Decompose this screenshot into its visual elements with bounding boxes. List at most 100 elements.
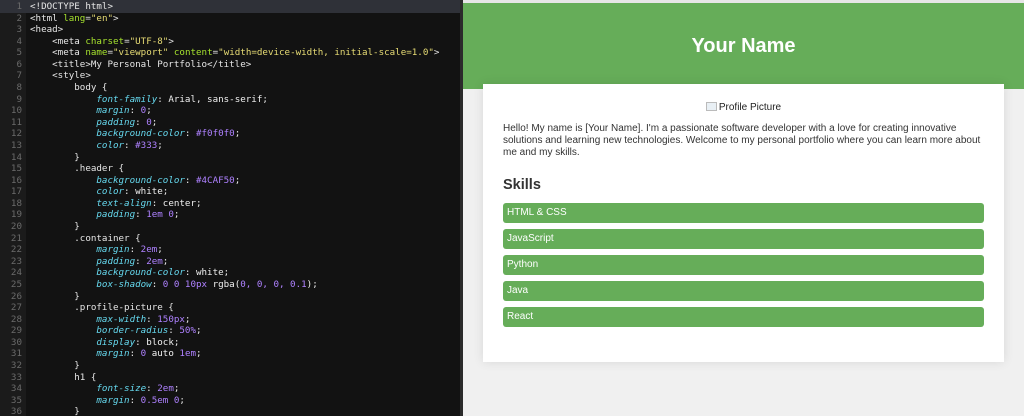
code-token: display	[30, 336, 136, 348]
code-token: ;	[157, 139, 163, 151]
code-token: <meta	[30, 35, 86, 47]
code-token: h1 {	[30, 371, 97, 383]
code-token: <html	[30, 12, 64, 24]
code-token: body {	[30, 82, 108, 94]
code-token: ;	[234, 174, 241, 186]
skills-heading: Skills	[503, 177, 541, 193]
code-token: <style>	[30, 70, 91, 82]
code-token: ;	[162, 186, 169, 198]
code-token: background-color	[30, 174, 185, 186]
code-token: >	[113, 12, 119, 24]
code-token: max-width	[30, 313, 147, 325]
code-token: :	[151, 197, 163, 209]
code-token: :	[135, 209, 147, 221]
header-title: Your Name	[691, 34, 796, 57]
code-token: block	[146, 336, 174, 348]
code-token: font-family	[30, 93, 158, 105]
code-token: margin	[30, 348, 130, 360]
code-token: padding	[30, 255, 136, 267]
skill-item: Python	[503, 255, 984, 275]
code-token: Arial, sans-serif	[168, 93, 263, 105]
code-token: white	[195, 267, 224, 279]
preview-pane: Your Name Profile Picture Hello! My name…	[463, 0, 1024, 416]
code-token: }	[30, 359, 80, 371]
code-token: 150px	[157, 313, 185, 325]
code-token: text-align	[30, 197, 152, 209]
skill-item: HTML & CSS	[503, 203, 984, 223]
code-token: 0.5em 0	[140, 394, 180, 406]
line-number: 36	[10, 406, 22, 416]
code-token: rgba(	[207, 278, 241, 290]
code-token: .profile-picture {	[30, 302, 174, 314]
code-token: margin	[30, 394, 130, 406]
code-token: :	[129, 348, 141, 360]
code-token: }	[30, 151, 80, 163]
code-token: 1em	[179, 348, 197, 360]
code-token: :	[146, 383, 158, 395]
code-token: ;	[312, 278, 318, 290]
code-token: white	[135, 186, 163, 198]
code-token: content	[173, 47, 213, 59]
code-token: ;	[262, 93, 268, 105]
page-header: Your Name	[463, 0, 1024, 89]
code-token: :	[124, 186, 136, 198]
code-token: <title>My Personal Portfolio</title>	[30, 58, 252, 70]
skill-item: JavaScript	[503, 229, 984, 249]
code-token: background-color	[30, 128, 185, 140]
code-token: color	[30, 139, 125, 151]
code-token: }	[30, 290, 80, 302]
intro-text: Hello! My name is [Your Name]. I'm a pas…	[503, 123, 981, 158]
code-token: box-shadow	[30, 278, 152, 290]
code-token: ;	[173, 383, 180, 395]
skills-list: HTML & CSS JavaScript Python Java React	[503, 203, 984, 327]
code-token: #f0f0f0	[195, 128, 235, 140]
code-token: "width=device-width, initial-scale=1.0"	[218, 47, 434, 59]
code-token: <meta	[30, 47, 86, 59]
code-token: :	[184, 128, 196, 140]
profile-picture-alt: Profile Picture	[718, 102, 782, 113]
code-token: :	[129, 394, 141, 406]
code-token: ;	[234, 128, 241, 140]
code-token: color	[30, 186, 125, 198]
app-root: 1 <!DOCTYPE html> 2 <html lang="en"> 3 <head>…	[0, 0, 1024, 416]
code-token: :	[151, 278, 163, 290]
code-token: 2em	[140, 244, 158, 256]
code-token: .header {	[30, 163, 125, 175]
code-token: name	[85, 47, 108, 59]
code-token: 0 0 10px	[162, 278, 208, 290]
code-token: "UTF-8"	[129, 35, 169, 47]
code-token: <!DOCTYPE html>	[30, 1, 113, 12]
code-token: :	[146, 313, 158, 325]
code-token: font-size	[30, 383, 147, 395]
content-container: Profile Picture Hello! My name is [Your …	[483, 84, 1004, 362]
code-token: ;	[195, 325, 202, 337]
code-token: 2em	[157, 383, 174, 395]
code-token: }	[30, 221, 80, 233]
code-editor[interactable]: 1 <!DOCTYPE html> 2 <html lang="en"> 3 <head>…	[0, 0, 463, 416]
code-token: padding	[30, 116, 136, 128]
code-token: >	[168, 35, 174, 47]
code-token: :	[184, 174, 196, 186]
code-token: :	[135, 336, 147, 348]
code-token: lang	[63, 12, 86, 24]
code-token: >	[433, 47, 440, 59]
code-token: :	[129, 244, 141, 256]
code-token: ;	[173, 336, 180, 348]
skill-item: Java	[503, 281, 984, 301]
code-token: 1em 0	[146, 209, 174, 221]
code-token: ;	[196, 348, 202, 360]
code-token: 50%	[179, 325, 196, 337]
broken-image-icon	[705, 102, 717, 111]
code-token: padding	[30, 209, 136, 221]
code-token: ;	[223, 267, 230, 279]
code-token: 2em	[146, 255, 163, 267]
code-token: margin	[30, 244, 130, 256]
code-token: auto	[146, 348, 180, 360]
code-token: :	[157, 93, 169, 105]
code-token: #4CAF50	[195, 174, 235, 186]
code-token: ;	[151, 116, 158, 128]
code-token: :	[168, 325, 180, 337]
code-token: center	[162, 197, 196, 209]
code-line[interactable]: 36 }	[0, 405, 460, 416]
code-token: #333	[135, 139, 158, 151]
